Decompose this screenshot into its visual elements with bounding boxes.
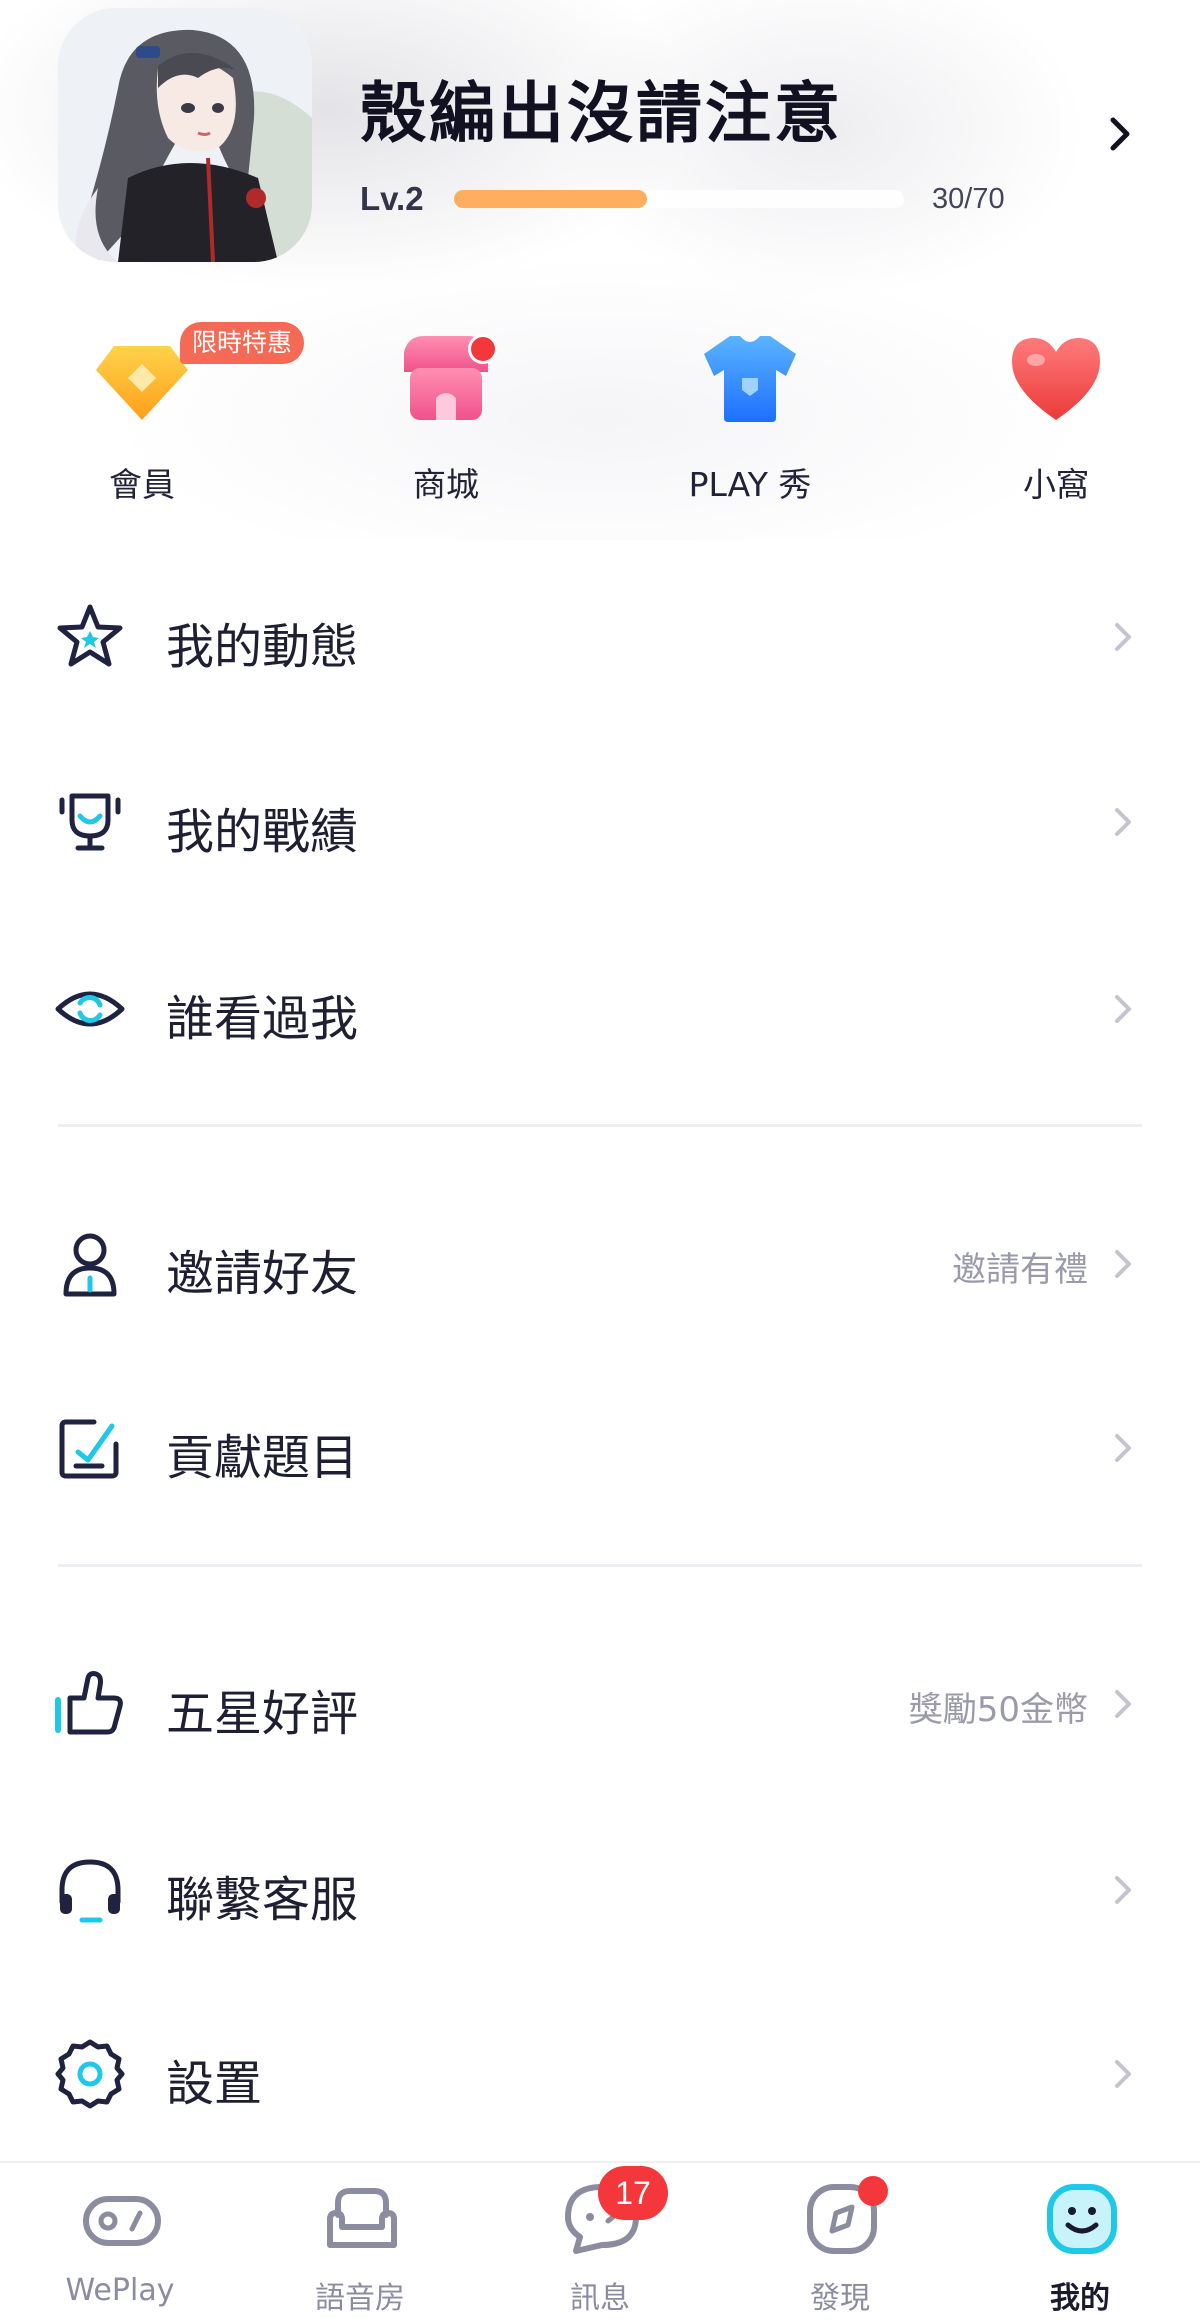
- chevron-right-icon: [1108, 1872, 1138, 1908]
- nav-tab-weplay[interactable]: WePlay: [0, 2163, 240, 2321]
- smiley-icon: [1042, 2179, 1122, 2259]
- chevron-right-icon: [1108, 1246, 1138, 1282]
- xp-progress-fill: [454, 190, 647, 208]
- xp-progress-bar: [454, 190, 904, 208]
- avatar[interactable]: [58, 8, 312, 262]
- menu-item-label: 貢獻題目: [166, 1430, 359, 1486]
- quick-action-label: 商城: [413, 465, 479, 504]
- edit-icon: [54, 1412, 126, 1484]
- nav-tab-voice-room[interactable]: 語音房: [240, 2163, 480, 2321]
- quick-action-label: 會員: [109, 465, 175, 504]
- chevron-right-icon: [1108, 1686, 1138, 1722]
- notification-dot: [858, 2176, 888, 2206]
- menu-item-my-posts[interactable]: 我的動態: [0, 557, 1200, 697]
- chevron-right-icon: [1108, 619, 1138, 655]
- quick-action-home[interactable]: 小窩: [956, 328, 1156, 508]
- headset-icon: [54, 1854, 126, 1926]
- nav-tab-me[interactable]: 我的: [960, 2163, 1200, 2321]
- menu-item-invite-friends[interactable]: 邀請好友 邀請有禮: [0, 1184, 1200, 1324]
- thumbs-up-icon: [54, 1668, 126, 1740]
- nav-tab-discover[interactable]: 發現: [720, 2163, 960, 2321]
- section-divider: [58, 1564, 1142, 1567]
- nav-tab-label: 訊息: [570, 2281, 630, 2316]
- menu-item-label: 我的戰績: [166, 804, 359, 860]
- gamepad-icon: [82, 2179, 162, 2259]
- menu-item-hint: 邀請有禮: [952, 1250, 1088, 1290]
- menu-item-label: 邀請好友: [166, 1246, 359, 1302]
- menu-item-my-record[interactable]: 我的戰績: [0, 742, 1200, 882]
- menu-item-contribute-questions[interactable]: 貢獻題目: [0, 1368, 1200, 1508]
- person-icon: [54, 1228, 126, 1300]
- xp-count: 30/70: [932, 183, 1005, 215]
- chevron-right-icon: [1108, 2056, 1138, 2092]
- menu-item-hint: 獎勵50金幣: [908, 1690, 1088, 1730]
- username: 殼編出沒請注意: [360, 75, 843, 152]
- menu-item-who-viewed-me[interactable]: 誰看過我: [0, 929, 1200, 1069]
- quick-action-play-show[interactable]: PLAY 秀: [650, 328, 850, 508]
- level-label: Lv.2: [360, 180, 424, 217]
- quick-action-shop[interactable]: 商城: [346, 328, 546, 508]
- promo-badge: 限時特惠: [180, 322, 305, 364]
- sofa-icon: [322, 2179, 402, 2259]
- eye-icon: [54, 973, 126, 1045]
- profile-chevron-right-icon[interactable]: [1094, 108, 1146, 160]
- star-icon: [54, 601, 126, 673]
- trophy-icon: [54, 786, 126, 858]
- menu-item-settings[interactable]: 設置: [0, 1994, 1200, 2134]
- menu-item-label: 設置: [166, 2056, 263, 2112]
- chevron-right-icon: [1108, 1430, 1138, 1466]
- menu-item-label: 誰看過我: [166, 991, 359, 1047]
- quick-action-label: 小窩: [1023, 465, 1089, 504]
- notification-dot: [468, 334, 498, 364]
- gear-icon: [54, 2038, 126, 2110]
- menu-item-label: 五星好評: [166, 1686, 359, 1742]
- menu-item-five-star-review[interactable]: 五星好評 獎勵50金幣: [0, 1624, 1200, 1764]
- nav-tab-label: WePlay: [65, 2273, 175, 2308]
- menu-item-label: 聯繫客服: [166, 1872, 359, 1928]
- nav-tab-label: 語音房: [315, 2281, 405, 2316]
- quick-action-label: PLAY 秀: [688, 465, 812, 504]
- chevron-right-icon: [1108, 804, 1138, 840]
- nav-tab-label: 發現: [810, 2281, 870, 2316]
- heart-icon: [1006, 328, 1106, 428]
- menu-item-customer-service[interactable]: 聯繫客服: [0, 1810, 1200, 1950]
- diamond-icon: [92, 328, 192, 428]
- unread-count-badge: 17: [598, 2166, 668, 2220]
- nav-tab-label: 我的: [1050, 2281, 1110, 2316]
- chevron-right-icon: [1108, 991, 1138, 1027]
- menu-item-label: 我的動態: [166, 619, 359, 675]
- tshirt-icon: [700, 328, 800, 428]
- section-divider: [58, 1124, 1142, 1127]
